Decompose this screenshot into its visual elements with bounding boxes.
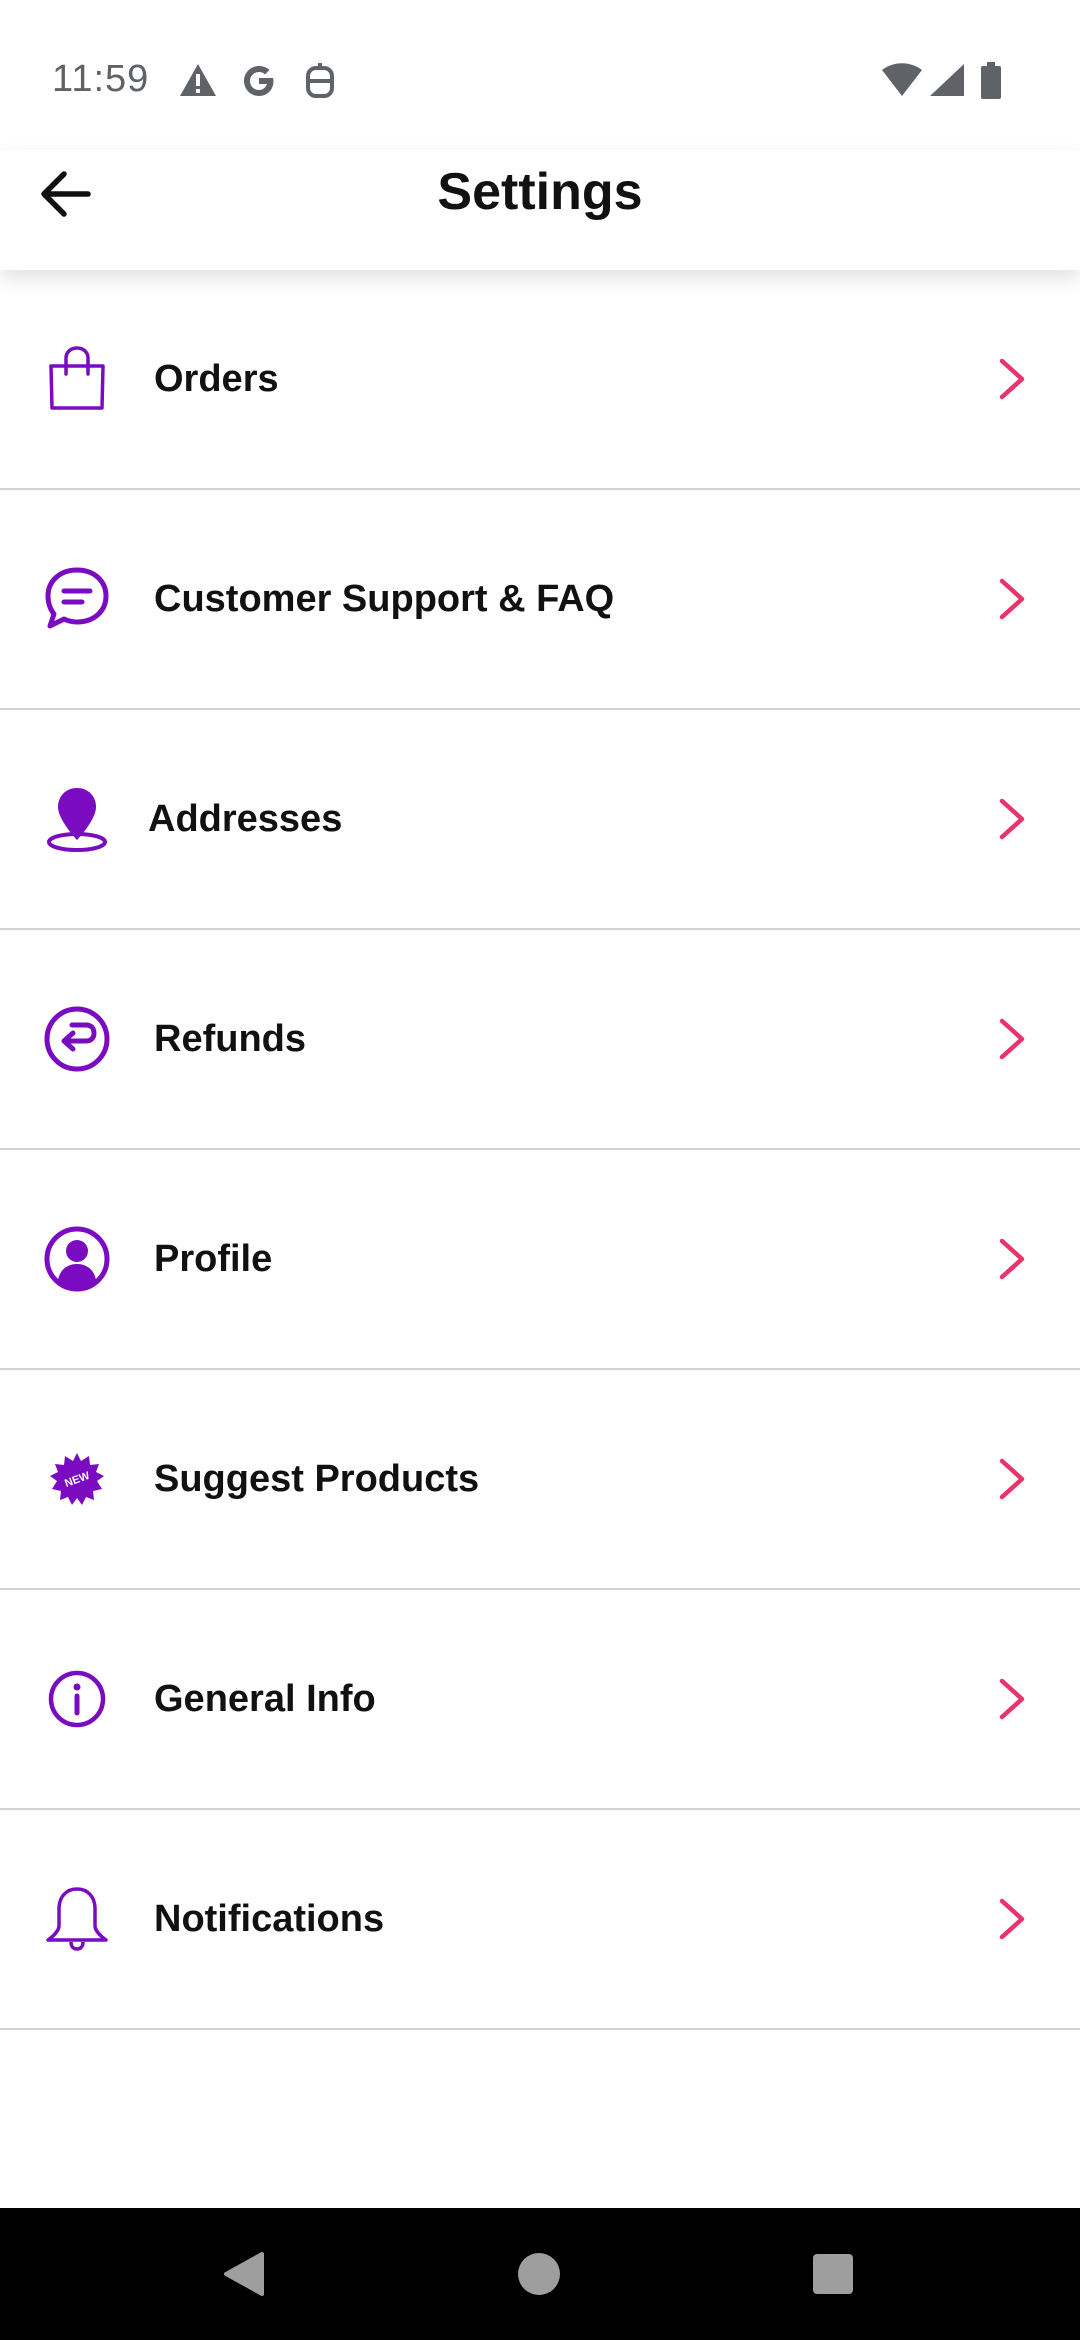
settings-item-label: Refunds bbox=[154, 1017, 306, 1060]
settings-item-label: Addresses bbox=[148, 797, 343, 840]
chevron-right-icon bbox=[994, 1895, 1030, 1943]
google-icon bbox=[240, 62, 278, 105]
bell-icon bbox=[40, 1882, 114, 1956]
app-header: Settings bbox=[0, 150, 1080, 270]
settings-item-label: Notifications bbox=[154, 1897, 385, 1940]
settings-item-label: Profile bbox=[154, 1237, 273, 1280]
chevron-right-icon bbox=[994, 575, 1030, 623]
chevron-right-icon bbox=[994, 1675, 1030, 1723]
chat-bubble-icon bbox=[40, 562, 114, 636]
recents-square-icon[interactable] bbox=[810, 2250, 856, 2303]
settings-item-orders[interactable]: Orders bbox=[0, 270, 1080, 490]
settings-list: Orders Customer Support & FAQ Addresses … bbox=[0, 270, 1080, 2030]
shopping-bag-icon bbox=[40, 342, 114, 416]
settings-item-refunds[interactable]: Refunds bbox=[0, 930, 1080, 1150]
warning-icon bbox=[178, 62, 218, 103]
home-circle-icon[interactable] bbox=[516, 2250, 562, 2303]
chevron-right-icon bbox=[994, 1235, 1030, 1283]
chevron-right-icon bbox=[994, 355, 1030, 403]
settings-item-customer-support[interactable]: Customer Support & FAQ bbox=[0, 490, 1080, 710]
chevron-right-icon bbox=[994, 1015, 1030, 1063]
page-title: Settings bbox=[437, 163, 643, 221]
profile-icon bbox=[40, 1222, 114, 1296]
info-icon bbox=[40, 1662, 114, 1736]
location-pin-icon bbox=[40, 782, 114, 856]
settings-item-general-info[interactable]: General Info bbox=[0, 1590, 1080, 1810]
settings-item-label: Orders bbox=[154, 357, 279, 400]
settings-item-profile[interactable]: Profile bbox=[0, 1150, 1080, 1370]
settings-item-notifications[interactable]: Notifications bbox=[0, 1810, 1080, 2030]
settings-item-label: General Info bbox=[154, 1677, 376, 1720]
chevron-right-icon bbox=[994, 795, 1030, 843]
settings-item-addresses[interactable]: Addresses bbox=[0, 710, 1080, 930]
settings-item-label: Customer Support & FAQ bbox=[154, 577, 615, 620]
back-triangle-icon[interactable] bbox=[220, 2250, 266, 2303]
new-badge-icon: NEW bbox=[40, 1442, 114, 1516]
chevron-right-icon bbox=[994, 1455, 1030, 1503]
settings-item-suggest-products[interactable]: NEW Suggest Products bbox=[0, 1370, 1080, 1590]
battery-icon bbox=[980, 62, 1002, 105]
status-time: 11:59 bbox=[52, 58, 150, 100]
system-nav-bar bbox=[0, 2208, 1080, 2340]
robot-icon bbox=[302, 62, 338, 105]
status-bar: 11:59 bbox=[0, 0, 1080, 150]
wifi-icon bbox=[880, 62, 924, 103]
signal-icon bbox=[928, 62, 966, 103]
settings-item-label: Suggest Products bbox=[154, 1457, 480, 1500]
refund-icon bbox=[40, 1002, 114, 1076]
